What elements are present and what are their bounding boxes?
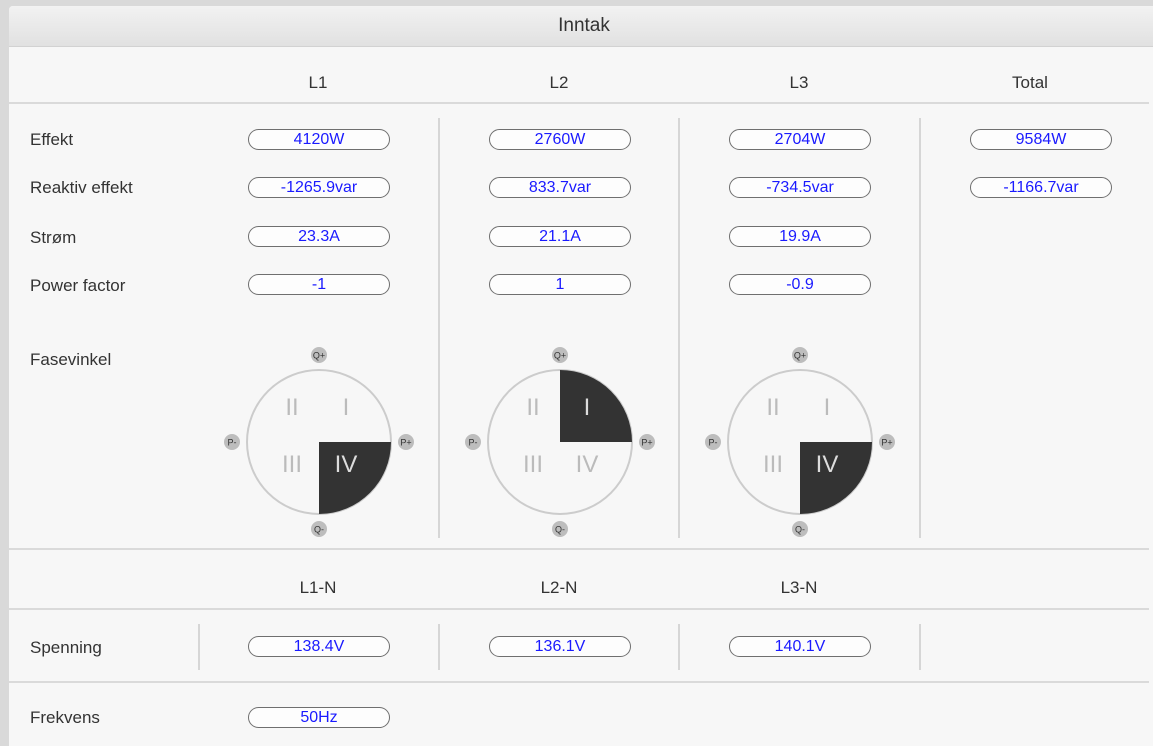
- effekt-l3-value: 2704W: [729, 129, 871, 150]
- quadrant-label-i: I: [824, 394, 831, 421]
- svg-text:Q-: Q-: [795, 525, 805, 535]
- q-minus-marker: Q-: [792, 521, 808, 537]
- svg-text:P+: P+: [641, 438, 652, 448]
- effekt-l1-value: 4120W: [248, 129, 390, 150]
- quadrant-label-iii: III: [763, 451, 783, 478]
- quadrant-label-iv: IV: [576, 451, 599, 478]
- spenning-l2-value: 136.1V: [489, 636, 631, 657]
- reaktiv-total-value: -1166.7var: [970, 177, 1112, 198]
- active-quadrant-fill: [560, 370, 632, 442]
- panel-title: Inntak: [9, 6, 1153, 47]
- q-plus-marker: Q+: [792, 347, 808, 363]
- strom-l2-value: 21.1A: [489, 226, 631, 247]
- effekt-total-value: 9584W: [970, 129, 1112, 150]
- col-header-l3-n: L3-N: [780, 578, 818, 597]
- pf-l2-value: 1: [489, 274, 631, 295]
- col-header-l1-n: L1-N: [299, 578, 337, 597]
- q-minus-marker: Q-: [552, 521, 568, 537]
- svg-text:Q+: Q+: [313, 351, 325, 361]
- quadrant-label-ii: II: [285, 394, 298, 421]
- col-header-l3: L3: [789, 73, 809, 92]
- col-header-l2-n: L2-N: [540, 578, 578, 597]
- phase-diagram-l2: I II III IV Q+ Q- P- P+: [460, 342, 660, 542]
- spenning-l1-value: 138.4V: [248, 636, 390, 657]
- svg-text:P-: P-: [228, 438, 237, 448]
- quadrant-label-iii: III: [523, 451, 543, 478]
- phase-quadrant-svg: IIIIII IVQ+Q-P- P+: [224, 347, 414, 537]
- svg-text:P+: P+: [400, 438, 411, 448]
- reaktiv-l2-value: 833.7var: [489, 177, 631, 198]
- column-separator: [919, 624, 921, 670]
- divider: [9, 102, 1149, 104]
- quadrant-label-ii: II: [766, 394, 779, 421]
- svg-text:Q+: Q+: [794, 351, 806, 361]
- p-plus-marker: P+: [879, 434, 895, 450]
- col-header-total: Total: [1012, 73, 1048, 92]
- svg-text:P-: P-: [709, 438, 718, 448]
- phase-diagram-l1: I II III IV Q+ Q- P- P+: [219, 342, 419, 542]
- row-label-spenning: Spenning: [30, 638, 102, 657]
- svg-text:Q-: Q-: [555, 525, 565, 535]
- q-minus-marker: Q-: [311, 521, 327, 537]
- svg-text:P+: P+: [881, 438, 892, 448]
- spenning-l3-value: 140.1V: [729, 636, 871, 657]
- p-minus-marker: P-: [224, 434, 240, 450]
- column-separator: [198, 624, 200, 670]
- phase-quadrant-svg: IIIIII IVQ+Q-P- P+: [705, 347, 895, 537]
- pf-l1-value: -1: [248, 274, 390, 295]
- svg-text:Q+: Q+: [554, 351, 566, 361]
- q-plus-marker: Q+: [311, 347, 327, 363]
- reaktiv-l1-value: -1265.9var: [248, 177, 390, 198]
- svg-text:P-: P-: [469, 438, 478, 448]
- column-separator: [919, 118, 921, 538]
- quadrant-label-i: I: [343, 394, 350, 421]
- col-header-l1: L1: [308, 73, 328, 92]
- reaktiv-l3-value: -734.5var: [729, 177, 871, 198]
- strom-l1-value: 23.3A: [248, 226, 390, 247]
- column-separator: [678, 624, 680, 670]
- row-label-frekvens: Frekvens: [30, 708, 100, 727]
- svg-text:Q-: Q-: [314, 525, 324, 535]
- quadrant-label-iv: IV: [335, 451, 358, 478]
- quadrant-label-iii: III: [282, 451, 302, 478]
- divider: [9, 548, 1149, 550]
- row-label-reaktiv-effekt: Reaktiv effekt: [30, 178, 133, 197]
- strom-l3-value: 19.9A: [729, 226, 871, 247]
- q-plus-marker: Q+: [552, 347, 568, 363]
- column-separator: [438, 624, 440, 670]
- quadrant-label-ii: II: [526, 394, 539, 421]
- phase-diagram-l3: I II III IV Q+ Q- P- P+: [700, 342, 900, 542]
- frekvens-value: 50Hz: [248, 707, 390, 728]
- col-header-l2: L2: [549, 73, 569, 92]
- pf-l3-value: -0.9: [729, 274, 871, 295]
- phase-quadrant-svg: IIIIII IVQ+Q-P- P+: [465, 347, 655, 537]
- p-minus-marker: P-: [465, 434, 481, 450]
- effekt-l2-value: 2760W: [489, 129, 631, 150]
- column-separator: [678, 118, 680, 538]
- divider: [9, 608, 1149, 610]
- quadrant-label-iv: IV: [816, 451, 839, 478]
- row-label-power-factor: Power factor: [30, 276, 126, 295]
- row-label-strom: Strøm: [30, 228, 77, 247]
- row-label-effekt: Effekt: [30, 130, 74, 149]
- divider: [9, 681, 1149, 683]
- row-label-fasevinkel: Fasevinkel: [30, 350, 112, 369]
- column-separator: [438, 118, 440, 538]
- p-plus-marker: P+: [398, 434, 414, 450]
- p-minus-marker: P-: [705, 434, 721, 450]
- p-plus-marker: P+: [639, 434, 655, 450]
- quadrant-label-i: I: [584, 394, 591, 421]
